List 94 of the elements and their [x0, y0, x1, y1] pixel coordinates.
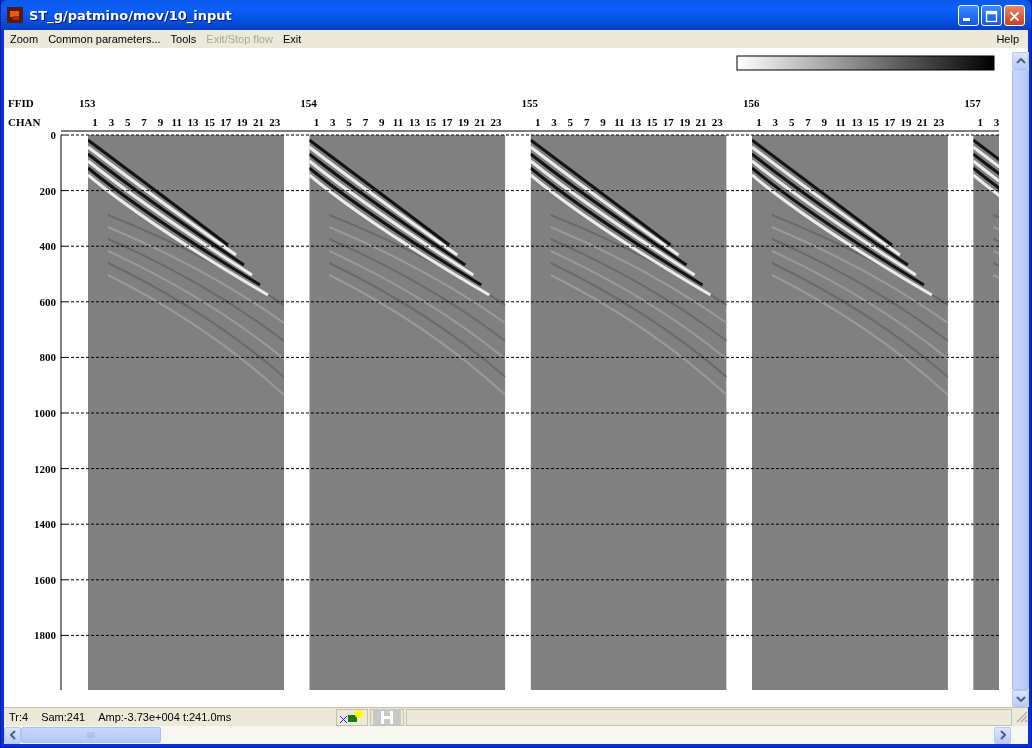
channel-number: 13 — [408, 116, 420, 128]
channel-number: 1 — [534, 116, 541, 128]
channel-number: 21 — [916, 116, 928, 128]
chevron-right-icon — [999, 730, 1006, 740]
channel-number: 19 — [679, 116, 691, 128]
channel-number: 5 — [567, 116, 574, 128]
channel-number: 21 — [695, 116, 707, 128]
channel-number: 1 — [92, 116, 98, 128]
ffid-number: 154 — [300, 97, 317, 109]
app-icon — [7, 7, 23, 23]
channel-number: 3 — [108, 116, 115, 128]
channel-number: 11 — [614, 116, 625, 128]
channel-number: 7 — [583, 116, 590, 128]
time-tick-label: 1000 — [34, 407, 56, 419]
maximize-button[interactable] — [981, 4, 1002, 26]
channel-number: 5 — [788, 116, 795, 128]
ffid-label: FFID — [8, 97, 34, 109]
channel-number: 23 — [711, 116, 723, 128]
channel-number: 23 — [490, 116, 502, 128]
channel-number: 7 — [805, 116, 811, 128]
channel-number: 3 — [772, 116, 779, 128]
chevron-left-icon — [9, 730, 16, 740]
grip-lines-icon — [87, 732, 95, 738]
chevron-up-icon — [1015, 57, 1026, 64]
time-tick-label: 1200 — [34, 462, 56, 475]
trace-readout: Tr:4 — [8, 711, 29, 723]
channel-number: 15 — [867, 116, 879, 128]
sample-readout: Sam:241 — [40, 711, 86, 723]
time-tick-label: 0 — [50, 129, 56, 141]
chevron-down-icon — [1015, 695, 1026, 702]
menu-item[interactable]: Exit — [277, 33, 307, 45]
channel-number: 23 — [269, 116, 281, 128]
channel-number: 7 — [362, 116, 369, 128]
time-tick-label: 600 — [39, 295, 56, 308]
channel-number: 5 — [125, 116, 131, 128]
channel-number: 9 — [821, 116, 828, 128]
ffid-number: 155 — [521, 97, 539, 109]
channel-number: 11 — [392, 116, 404, 128]
chan-label: CHAN — [8, 116, 41, 128]
channel-number: 19 — [236, 116, 248, 128]
channel-number: 19 — [457, 116, 469, 128]
channel-number: 11 — [171, 116, 182, 128]
menu-item[interactable]: Help — [991, 33, 1024, 45]
channel-number: 21 — [474, 116, 486, 128]
time-tick-label: 1600 — [34, 573, 56, 586]
amplitude-readout: Amp:-3.73e+004 t:241.0ms — [97, 711, 233, 723]
time-tick-label: 1400 — [34, 518, 56, 531]
channel-number: 3 — [329, 116, 336, 128]
channel-number: 15 — [646, 116, 658, 128]
horizontal-scrollbar[interactable] — [4, 726, 1028, 744]
channel-number: 1 — [313, 116, 320, 128]
scroll-right-button[interactable] — [994, 726, 1011, 744]
scroll-thumb[interactable] — [21, 727, 161, 743]
scroll-left-button[interactable] — [4, 726, 21, 744]
menu-item[interactable]: Zoom — [8, 33, 44, 45]
h-block-icon — [373, 709, 402, 725]
ffid-number: 153 — [79, 97, 96, 109]
channel-number: 17 — [220, 116, 232, 128]
channel-number: 17 — [884, 116, 896, 128]
channel-number: 9 — [157, 116, 164, 128]
channel-number: 5 — [346, 116, 352, 128]
channel-number: 19 — [900, 116, 912, 128]
channel-number: 1 — [756, 116, 762, 128]
time-tick-label: 800 — [39, 351, 56, 364]
channel-number: 3 — [551, 116, 557, 128]
channel-number: 15 — [425, 116, 437, 128]
channel-number: 23 — [933, 116, 945, 128]
minimize-button[interactable] — [958, 4, 979, 26]
ffid-number: 157 — [964, 97, 981, 109]
channel-number: 17 — [441, 116, 453, 128]
ffid-number: 156 — [742, 97, 760, 109]
resize-grip-icon — [1016, 711, 1028, 723]
time-tick-label: 1800 — [34, 629, 56, 642]
channel-number: 21 — [252, 116, 264, 128]
channel-number: 13 — [630, 116, 642, 128]
channel-number: 9 — [378, 116, 385, 128]
close-button[interactable] — [1004, 4, 1025, 26]
time-tick-label: 400 — [39, 240, 56, 253]
scroll-up-button[interactable] — [1012, 52, 1029, 69]
channel-number: 7 — [141, 116, 147, 128]
channel-number: 11 — [835, 116, 846, 128]
channel-number: 13 — [187, 116, 199, 128]
window-title: ST_g/patmino/mov/10_input — [29, 7, 233, 23]
channel-number: 15 — [203, 116, 215, 128]
time-tick-label: 200 — [39, 184, 56, 197]
menu-item[interactable]: Tools — [165, 33, 202, 45]
menu-item[interactable]: Common parameters... — [43, 33, 166, 45]
channel-number: 3 — [993, 116, 1000, 128]
channel-number: 9 — [600, 116, 606, 128]
channel-number: 17 — [662, 116, 674, 128]
minimize-icon — [963, 17, 970, 21]
channel-number: 13 — [851, 116, 863, 128]
scroll-down-button[interactable] — [1012, 690, 1029, 707]
channel-number: 1 — [977, 116, 984, 128]
